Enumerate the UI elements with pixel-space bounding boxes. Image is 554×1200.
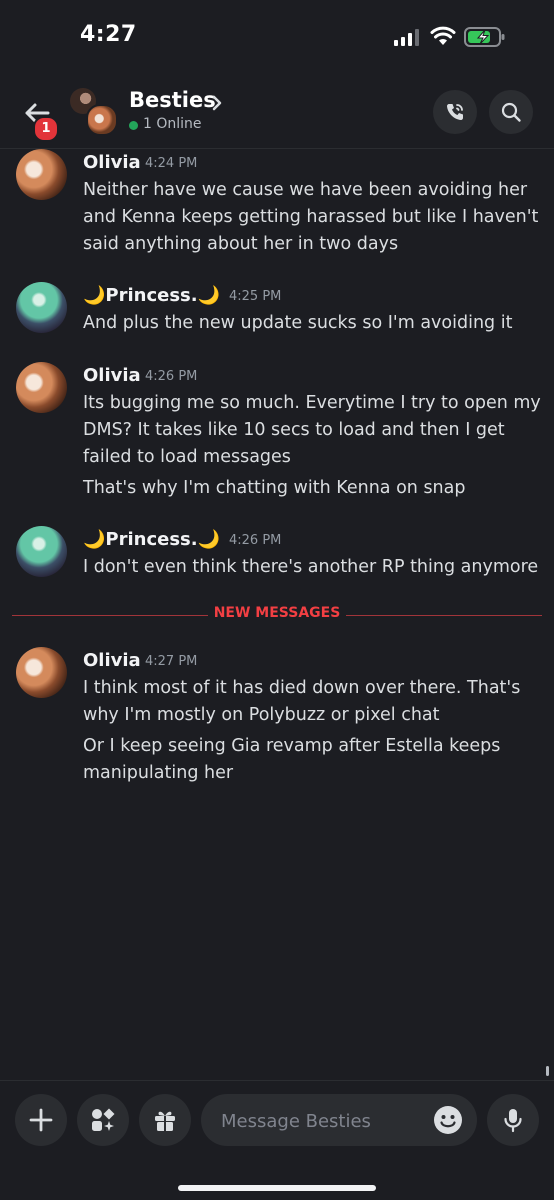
battery-charging-icon: [464, 27, 505, 47]
online-count: 1 Online: [143, 116, 202, 132]
cellular-signal-icon: [394, 28, 420, 46]
message-text: why I'm mostly on Polybuzz or pixel chat: [83, 705, 440, 725]
message-text: said anything about her in two days: [83, 234, 399, 254]
message-list[interactable]: Olivia 4:24 PM Neither have we cause we …: [0, 149, 554, 1079]
avatar[interactable]: [16, 282, 67, 333]
status-bar: 4:27: [0, 0, 554, 74]
status-time: 4:27: [80, 22, 137, 47]
message-text: Or I keep seeing Gia revamp after Estell…: [83, 736, 501, 756]
message-composer: [0, 1080, 554, 1200]
wifi-icon: [430, 26, 456, 45]
chevron-right-icon[interactable]: [210, 94, 224, 112]
new-messages-label: NEW MESSAGES: [213, 605, 341, 621]
home-indicator[interactable]: [178, 1185, 376, 1191]
apps-button[interactable]: [77, 1094, 129, 1146]
message-text: I don't even think there's another RP th…: [83, 557, 539, 577]
message-author[interactable]: Olivia: [83, 365, 141, 386]
message-text: failed to load messages: [83, 447, 291, 467]
message-text: and Kenna keeps getting harassed but lik…: [83, 207, 539, 227]
message-timestamp: 4:25 PM: [229, 289, 282, 304]
message-text: DMS? It takes like 10 secs to load and t…: [83, 420, 505, 440]
voice-call-button[interactable]: [433, 90, 477, 134]
message-input-box[interactable]: [201, 1094, 477, 1148]
message-author[interactable]: Olivia: [83, 152, 141, 173]
scrollbar[interactable]: [546, 1066, 549, 1076]
message-timestamp: 4:26 PM: [229, 533, 282, 548]
phone-icon: [447, 104, 463, 120]
avatar[interactable]: [16, 647, 67, 698]
chat-screen: 4:27 1 Besties 1 Online Olivia 4:24 PM N…: [0, 0, 554, 1200]
search-icon: [501, 102, 521, 122]
apps-icon: [92, 1108, 115, 1131]
message-author[interactable]: 🌙Princess.🌙: [83, 529, 220, 550]
message-timestamp: 4:24 PM: [145, 156, 198, 171]
message-text: That's why I'm chatting with Kenna on sn…: [83, 478, 466, 498]
avatar[interactable]: [16, 362, 67, 413]
online-status-dot: [129, 121, 138, 130]
message-input[interactable]: [219, 1094, 423, 1148]
avatar[interactable]: [16, 526, 67, 577]
avatar[interactable]: [16, 149, 67, 200]
voice-message-button[interactable]: [487, 1094, 539, 1146]
microphone-icon: [504, 1109, 522, 1133]
group-avatar-member-2: [86, 104, 118, 136]
gift-icon: [155, 1111, 175, 1131]
group-name[interactable]: Besties: [129, 88, 216, 112]
gift-button[interactable]: [139, 1094, 191, 1146]
plus-icon: [29, 1108, 53, 1132]
unread-badge: 1: [33, 116, 59, 142]
message-author[interactable]: Olivia: [83, 650, 141, 671]
emoji-icon[interactable]: [433, 1105, 463, 1135]
message-author[interactable]: 🌙Princess.🌙: [83, 285, 220, 306]
message-text: Its bugging me so much. Everytime I try …: [83, 393, 541, 413]
message-text: Neither have we cause we have been avoid…: [83, 180, 528, 200]
message-timestamp: 4:26 PM: [145, 369, 198, 384]
message-text: I think most of it has died down over th…: [83, 678, 521, 698]
search-button[interactable]: [489, 90, 533, 134]
message-text: And plus the new update sucks so I'm avo…: [83, 313, 513, 333]
add-attachment-button[interactable]: [15, 1094, 67, 1146]
group-avatar[interactable]: [70, 88, 118, 136]
channel-header: 1 Besties 1 Online: [0, 74, 554, 149]
message-text: manipulating her: [83, 763, 234, 783]
message-timestamp: 4:27 PM: [145, 654, 198, 669]
